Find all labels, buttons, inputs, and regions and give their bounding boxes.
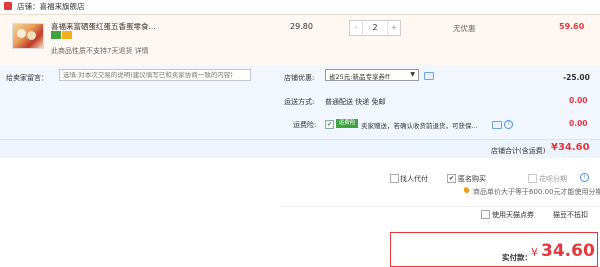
pay-amount: 34.60 [541,241,595,261]
message-input[interactable] [59,69,251,81]
promo-badge-icon [62,31,72,39]
product-title[interactable]: 喜福来富硒蛋红蛋五香蛋零食... [51,21,211,32]
tmall-points-checkbox[interactable] [481,210,490,219]
anonymous-label[interactable]: 匿名购买 [458,174,486,184]
insurance-checkbox[interactable]: ✔ [325,120,334,129]
installment-label[interactable]: 花呗分期 [539,174,567,184]
divider [280,206,600,207]
info-icon[interactable]: i [580,173,589,182]
pay-label: 实付款： [502,253,532,262]
chat-icon[interactable] [424,72,434,80]
proxy-pay-checkbox[interactable] [390,174,399,183]
decrement-button[interactable]: - [350,21,363,35]
help-icon[interactable]: ? [504,120,513,129]
points-no-offset-label: 猫豆不抵扣 [553,211,588,219]
chat-icon[interactable] [492,121,502,129]
pay-currency: ¥ [531,246,538,259]
tmall-points-label[interactable]: 使用天猫点券 [492,210,534,220]
location-pin-icon [462,186,471,194]
shop-coupon-label: 店铺优惠: [284,74,315,82]
quantity-input[interactable]: 2 [364,21,386,35]
increment-button[interactable]: + [387,21,400,35]
chevron-down-icon: ▼ [410,71,415,78]
proxy-pay-label[interactable]: 找人代付 [400,174,428,184]
shop-total-value: ¥34.60 [551,142,590,153]
shop-header [0,0,600,13]
shipping-label: 运送方式: [284,98,315,106]
insurance-amount: 0.00 [569,119,588,128]
shop-coupon-amount: -25.00 [563,73,590,82]
shop-coupon-select[interactable]: 省25元:新品专享券ff ▼ [325,69,419,81]
service-badge-icon [51,31,61,39]
egg-image-part [17,29,26,38]
return-policy-note: 此商品性质不支持7天退货 详情 [51,47,149,55]
shop-total-label: 店铺合计(含运费) [491,147,546,155]
shipping-amount: 0.00 [569,96,588,105]
item-discount: 无优惠 [453,24,476,33]
egg-image-part [27,31,36,40]
insurance-label: 运费险: [293,121,317,129]
insurance-badge: 运费险 [336,119,358,128]
insurance-description: 卖家赠送，若确认收货前退货，可获保... [361,122,478,130]
quantity-stepper: - 2 + [349,20,401,36]
message-label: 给卖家留言： [6,74,48,82]
shipping-method: 普通配送 快递 免邮 [325,98,386,106]
unit-price: 29.80 [290,22,313,31]
installment-note: 商品单价大于等于600.00元才能使用分期 [473,188,600,196]
shop-name[interactable]: 店铺：喜福来旗舰店 [17,1,85,12]
shop-coupon-value: 省25元:新品专享券ff [329,73,390,81]
shop-icon [4,2,12,10]
anonymous-checkbox[interactable]: ✔ [447,174,456,183]
item-subtotal: 59.60 [559,22,585,31]
installment-checkbox[interactable] [528,174,537,183]
